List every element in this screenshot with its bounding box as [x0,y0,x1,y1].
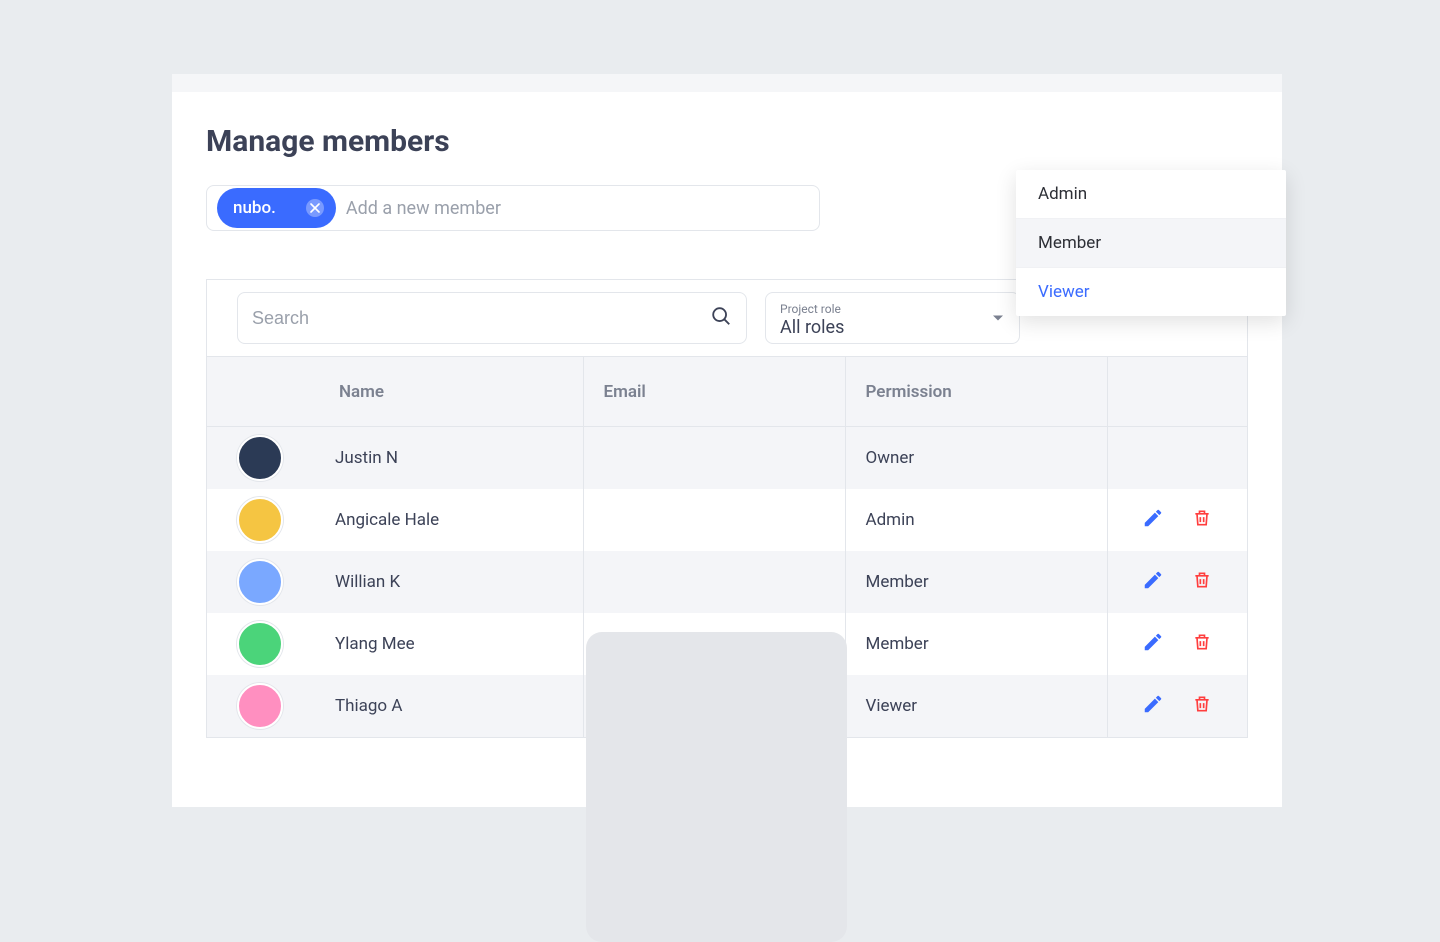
dropdown-option[interactable]: Admin [1016,170,1286,219]
content-area: Manage members nubo. Add a new member Ad… [172,92,1282,738]
pencil-icon [1142,693,1164,715]
delete-button[interactable] [1192,569,1212,594]
member-name: Willian K [335,572,400,592]
cell-email [583,551,845,613]
trash-icon [1192,569,1212,591]
dropdown-option[interactable]: Member [1016,219,1286,268]
avatar [237,621,283,667]
trash-icon [1192,507,1212,529]
cell-permission: Member [845,551,1107,613]
member-input[interactable]: nubo. Add a new member [206,185,820,231]
avatar [237,683,283,729]
member-name: Ylang Mee [335,634,415,654]
cell-name: Angicale Hale [207,489,583,551]
chevron-down-icon [993,316,1003,321]
cell-actions [1107,613,1247,675]
member-name: Justin N [335,448,398,468]
edit-button[interactable] [1142,507,1164,532]
cell-actions [1107,551,1247,613]
role-filter-select[interactable]: Project role All roles [765,292,1020,344]
cell-name: Willian K [207,551,583,613]
search-input[interactable] [252,308,710,329]
role-dropdown: AdminMemberViewer [1016,170,1286,316]
member-chip[interactable]: nubo. [217,188,336,228]
cell-permission: Owner [845,427,1107,489]
cell-email [583,489,845,551]
member-name: Angicale Hale [335,510,439,530]
role-filter-value: All roles [780,317,1005,338]
cell-permission: Admin [845,489,1107,551]
cell-actions [1107,427,1247,489]
delete-button[interactable] [1192,507,1212,532]
trash-icon [1192,631,1212,653]
cell-name: Thiago A [207,675,583,737]
top-strip [172,74,1282,92]
cell-permission: Member [845,613,1107,675]
cell-permission: Viewer [845,675,1107,737]
chip-remove-icon[interactable] [306,199,324,217]
search-field[interactable] [237,292,747,344]
trash-icon [1192,693,1212,715]
cell-email [583,427,845,489]
role-filter-label: Project role [780,303,1005,315]
table-row: Willian K Member [207,551,1247,613]
members-panel: Project role All roles Name Email Permis… [206,279,1248,738]
delete-button[interactable] [1192,631,1212,656]
delete-button[interactable] [1192,693,1212,718]
table-row: Angicale Hale Admin [207,489,1247,551]
col-header-permission: Permission [845,357,1107,427]
member-name: Thiago A [335,696,402,716]
cell-name: Justin N [207,427,583,489]
col-header-name: Name [207,357,583,427]
pencil-icon [1142,631,1164,653]
cell-actions [1107,489,1247,551]
pencil-icon [1142,507,1164,529]
avatar [237,435,283,481]
dropdown-option[interactable]: Viewer [1016,268,1286,316]
page-title: Manage members [206,124,1248,159]
edit-button[interactable] [1142,569,1164,594]
edit-button[interactable] [1142,693,1164,718]
avatar [237,559,283,605]
page-container: Manage members nubo. Add a new member Ad… [172,74,1282,807]
email-obscured-overlay [586,632,847,942]
table-row: Justin N Owner [207,427,1247,489]
cell-actions [1107,675,1247,737]
edit-button[interactable] [1142,631,1164,656]
member-chip-label: nubo. [233,198,276,218]
col-header-actions [1107,357,1247,427]
search-icon [710,305,732,331]
avatar [237,497,283,543]
cell-name: Ylang Mee [207,613,583,675]
pencil-icon [1142,569,1164,591]
col-header-email: Email [583,357,845,427]
member-input-placeholder: Add a new member [346,198,501,219]
